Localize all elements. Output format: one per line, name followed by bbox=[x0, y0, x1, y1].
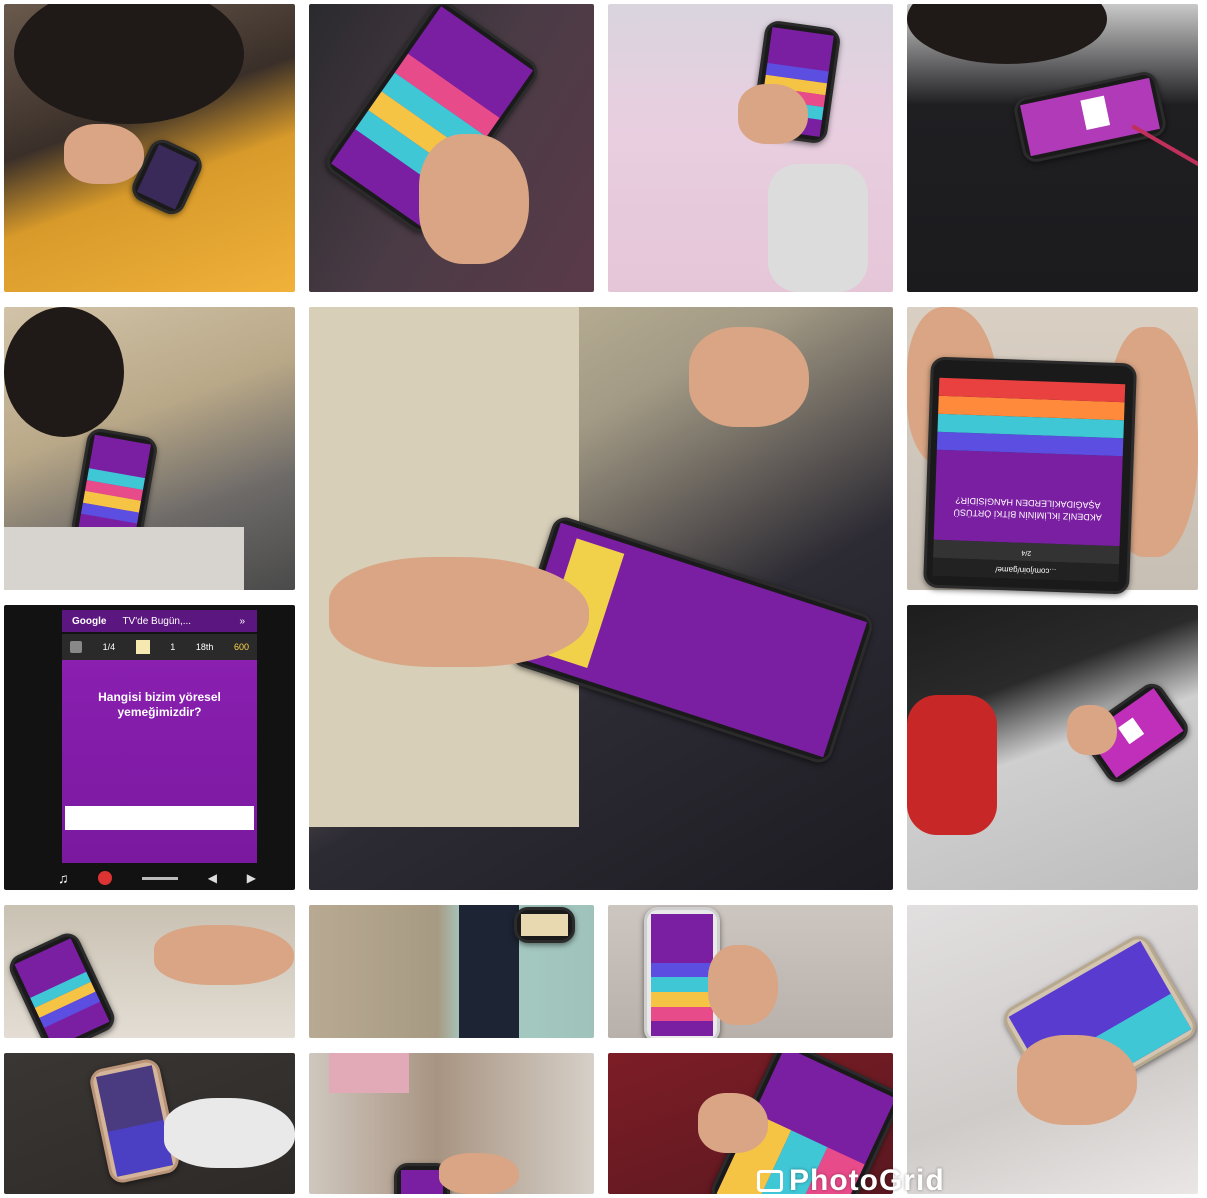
question-counter: 1/4 bbox=[102, 642, 116, 652]
hand bbox=[1017, 1035, 1137, 1125]
score: 600 bbox=[233, 642, 249, 652]
photo-child-jeans bbox=[309, 905, 594, 1038]
phone bbox=[1011, 69, 1169, 165]
streak-count: 1 bbox=[170, 642, 176, 652]
photo-child-black-sweater bbox=[907, 4, 1198, 292]
photogrid-logo-icon bbox=[757, 1170, 783, 1192]
page-indicator bbox=[142, 876, 178, 880]
photo-floor-tiles bbox=[309, 1053, 594, 1194]
watermark-text: PhotoGrid bbox=[789, 1164, 945, 1197]
answer-option[interactable] bbox=[65, 806, 254, 830]
rank: 18th bbox=[195, 642, 214, 652]
record-icon[interactable] bbox=[98, 871, 113, 885]
photo-child-orange-sweater bbox=[4, 4, 295, 292]
photo-child-center-large bbox=[309, 307, 893, 890]
hand bbox=[689, 327, 809, 427]
phone bbox=[514, 907, 575, 943]
thumbnail-icon bbox=[135, 640, 150, 654]
game-status-bar: 1/4 1 18th 600 bbox=[62, 634, 257, 660]
hair bbox=[14, 4, 244, 124]
tab-google[interactable]: Google bbox=[72, 616, 106, 627]
hand bbox=[329, 557, 589, 667]
rotated-question: AKDENİZ İKLİMİNİN BİTKİ ÖRTÜSÜ AŞAĞIDAKİ… bbox=[933, 449, 1123, 547]
hair bbox=[907, 4, 1107, 64]
hand bbox=[698, 1093, 768, 1153]
music-icon[interactable]: ♫ bbox=[58, 870, 69, 886]
bottom-nav: ♫ ◀ ▶ bbox=[52, 866, 262, 890]
watermark: PhotoGrid bbox=[757, 1164, 945, 1198]
hand bbox=[64, 124, 144, 184]
photo-child-table bbox=[4, 905, 295, 1038]
pause-icon[interactable] bbox=[70, 641, 82, 653]
photo-child-carpet bbox=[4, 307, 295, 590]
chevron-right-icon[interactable]: » bbox=[239, 616, 245, 627]
phone bbox=[5, 928, 119, 1038]
question-text: Hangisi bizim yöresel yemeğimizdir? bbox=[98, 690, 221, 719]
rotated-quiz-phone: ...com/join/game/ 2/4 AKDENİZ İKLİMİNİN … bbox=[923, 356, 1137, 595]
back-arrow-icon[interactable]: ◀ bbox=[208, 871, 217, 885]
hand bbox=[1067, 705, 1117, 755]
hand bbox=[439, 1153, 519, 1194]
photo-child-pink-blanket bbox=[608, 4, 893, 292]
photo-child-phone-2 bbox=[309, 4, 594, 292]
photo-child-charging-phone bbox=[4, 1053, 295, 1194]
hand bbox=[154, 925, 294, 985]
photo-child-grey-shirt bbox=[907, 605, 1198, 890]
hand bbox=[738, 84, 808, 144]
photo-child-white-shirt bbox=[907, 905, 1198, 1194]
hand bbox=[708, 945, 778, 1025]
forward-arrow-icon[interactable]: ▶ bbox=[247, 871, 256, 885]
browser-bookmarks-bar: Google TV'de Bugün,... » bbox=[62, 610, 257, 632]
hand bbox=[164, 1098, 295, 1168]
tab-tv[interactable]: TV'de Bugün,... bbox=[122, 616, 191, 627]
hand bbox=[419, 134, 529, 264]
hair bbox=[4, 307, 124, 437]
photo-hand-white-phone bbox=[608, 905, 893, 1038]
